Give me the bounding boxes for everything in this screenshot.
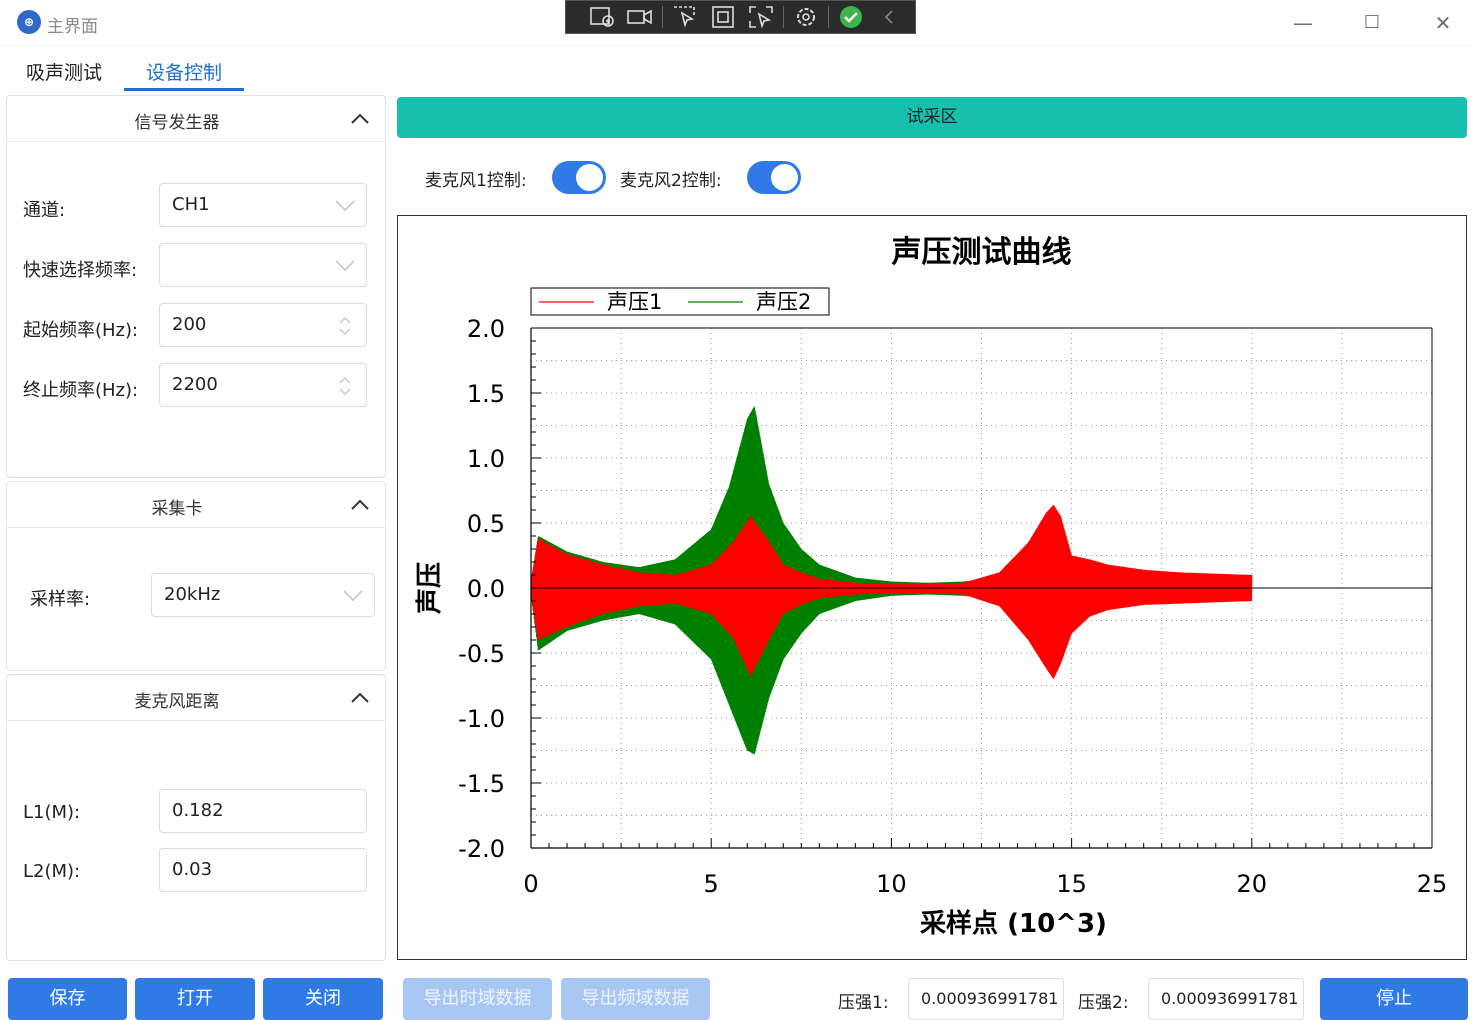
end-freq-label: 终止频率(Hz): [23,380,139,401]
x-tick-label: 15 [1056,870,1087,898]
sound-pressure-chart: 0 5 10 15 20 25 2.0 1.5 1.0 0.5 0.0 -0.5 -1.0 -1.5 -2.… [397,215,1467,960]
l2-label: L2(M): [23,861,81,882]
y-tick-label: -1.5 [458,770,505,798]
tab-device-control[interactable]: 设备控制 [146,58,222,85]
chart-title: 声压测试曲线 [892,235,1072,270]
fullscreen-capture-icon[interactable] [745,3,777,31]
chevron-up-icon[interactable] [349,495,371,515]
maximize-button[interactable]: ☐ [1357,8,1387,38]
l2-value: 0.03 [172,859,213,880]
x-tick-label: 25 [1417,870,1448,898]
toggle-knob [576,164,603,191]
toggle-knob [771,164,798,191]
x-tick-label: 10 [876,870,907,898]
open-button[interactable]: 打开 [135,978,255,1020]
tab-absorption-test[interactable]: 吸声测试 [26,58,102,85]
y-tick-label: 0.5 [467,510,505,538]
export-time-data-button[interactable]: 导出时域数据 [403,978,552,1020]
active-tab-indicator [124,88,244,91]
l2-input[interactable]: 0.03 [159,848,367,892]
pressure2-field[interactable]: 0.000936991781 [1148,978,1304,1020]
end-freq-input[interactable]: 2200 [159,363,367,407]
chevron-up-icon[interactable] [349,109,371,129]
chart-canvas: 0 5 10 15 20 25 2.0 1.5 1.0 0.5 0.0 -0.5 -1.0 -1.5 -2.… [415,235,1448,939]
minimize-button[interactable]: — [1288,8,1318,38]
app-logo-icon: ⊕ [17,10,41,34]
legend-label: 声压1 [607,290,662,314]
collapse-chevron-icon[interactable] [873,3,905,31]
l1-value: 0.182 [172,800,224,821]
mic1-control-label: 麦克风1控制: [425,171,527,191]
confirm-check-icon[interactable] [835,3,867,31]
sampling-area-header: 试采区 [397,97,1467,138]
x-axis-label: 采样点 (10^3) [920,908,1107,939]
toolbar-divider [828,6,829,28]
start-freq-value: 200 [172,314,207,335]
window-capture-icon[interactable] [707,3,739,31]
select-region-icon[interactable] [669,3,701,31]
end-freq-value: 2200 [172,374,218,395]
acquisition-card-title: 采集卡 [151,499,203,519]
close-button[interactable]: 关闭 [263,978,383,1020]
signal-generator-title: 信号发生器 [134,113,220,133]
chevron-down-icon [343,590,363,602]
settings-icon[interactable] [790,3,822,31]
floating-toolbar [565,0,916,34]
start-freq-input[interactable]: 200 [159,303,367,347]
channel-label: 通道: [23,200,66,221]
sample-rate-select[interactable]: 20kHz [151,573,375,617]
capture-icon[interactable] [586,3,618,31]
quick-freq-label: 快速选择频率: [23,260,138,281]
channel-value: CH1 [172,194,210,215]
chevron-down-icon [335,200,355,212]
signal-generator-panel: 信号发生器 通道: CH1 快速选择频率: 起始频率(Hz): 200 终止频率… [6,95,386,478]
video-icon[interactable] [624,3,656,31]
chevron-up-icon[interactable] [349,688,371,708]
start-freq-label: 起始频率(Hz): [23,320,139,341]
mic-distance-title: 麦克风距离 [134,692,220,712]
pressure2-label: 压强2: [1078,993,1129,1013]
close-window-button[interactable]: ✕ [1428,8,1458,38]
y-tick-label: -0.5 [458,640,505,668]
y-tick-label: -1.0 [458,705,505,733]
pressure1-field[interactable]: 0.000936991781 [908,978,1064,1020]
toolbar-divider [783,6,784,28]
chevron-down-icon [335,260,355,272]
x-tick-label: 5 [704,870,719,898]
mic2-control-label: 麦克风2控制: [620,171,722,191]
y-tick-label: 2.0 [467,315,505,343]
channel-select[interactable]: CH1 [159,183,367,227]
mic1-toggle[interactable] [552,161,606,194]
y-tick-label: 1.0 [467,445,505,473]
y-tick-label: 1.5 [467,380,505,408]
sample-rate-value: 20kHz [164,584,221,605]
y-tick-label: -2.0 [458,835,505,863]
acquisition-card-panel: 采集卡 采样率: 20kHz [6,481,386,671]
mic-distance-header[interactable]: 麦克风距离 [7,675,385,721]
mic2-toggle[interactable] [747,161,801,194]
pressure1-label: 压强1: [838,993,889,1013]
sample-rate-label: 采样率: [30,589,91,610]
spinner-icon[interactable] [338,314,352,338]
spinner-icon[interactable] [338,374,352,398]
acquisition-card-header[interactable]: 采集卡 [7,482,385,528]
save-button[interactable]: 保存 [8,978,127,1020]
export-freq-data-button[interactable]: 导出频域数据 [561,978,710,1020]
signal-generator-header[interactable]: 信号发生器 [7,96,385,142]
l1-input[interactable]: 0.182 [159,789,367,833]
l1-label: L1(M): [23,802,81,823]
window-title: 主界面 [47,17,98,37]
quick-freq-select[interactable] [159,243,367,287]
stop-button[interactable]: 停止 [1320,978,1468,1020]
legend-label: 声压2 [756,290,811,314]
y-axis-label: 声压 [415,562,445,614]
x-tick-label: 20 [1237,870,1268,898]
x-tick-label: 0 [523,870,538,898]
mic-distance-panel: 麦克风距离 L1(M): 0.182 L2(M): 0.03 [6,674,386,961]
toolbar-divider [662,6,663,28]
y-tick-label: 0.0 [467,575,505,603]
main-tabs: 吸声测试 设备控制 [0,48,400,92]
